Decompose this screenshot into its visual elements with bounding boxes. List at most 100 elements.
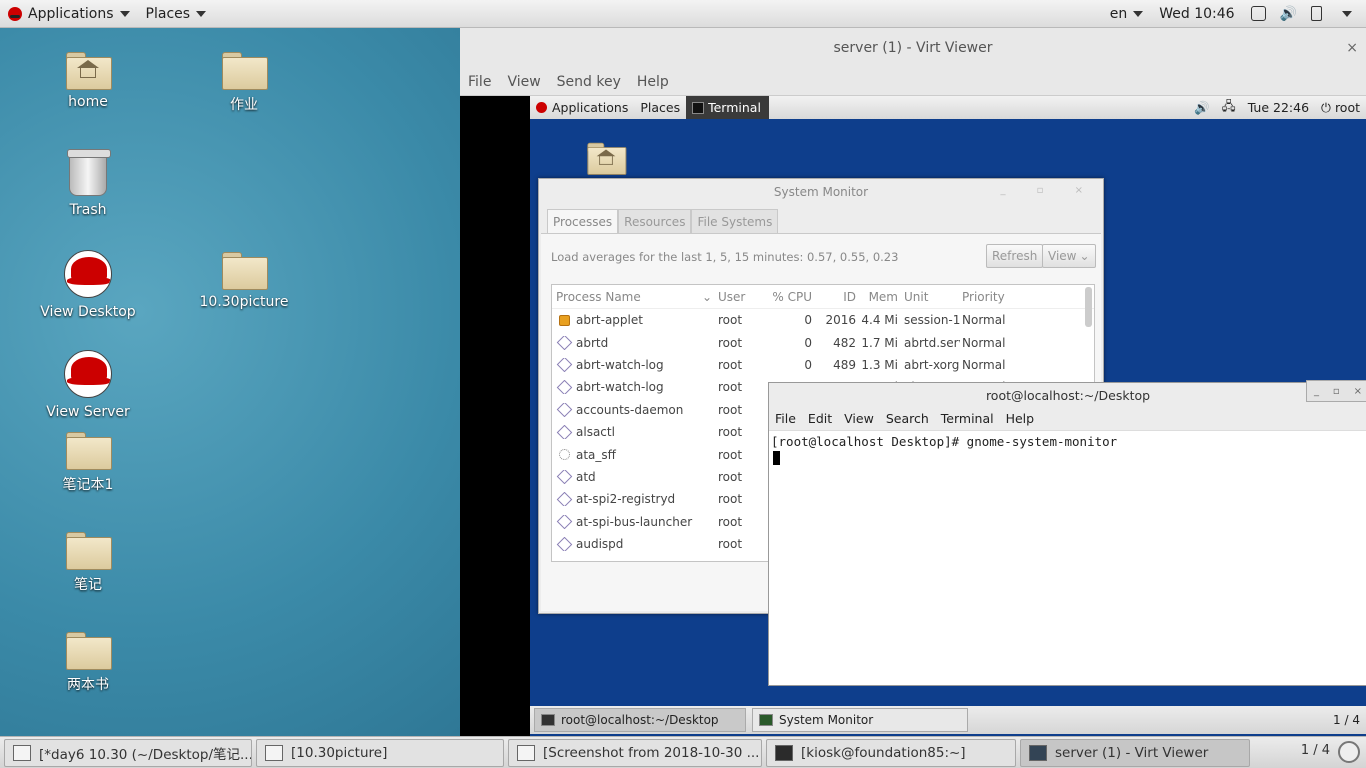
menu-search[interactable]: Search: [886, 411, 929, 426]
menu-help[interactable]: Help: [1006, 411, 1035, 426]
guest-home-icon[interactable]: [584, 140, 628, 182]
window-title: System Monitor: [773, 185, 869, 199]
desktop: home 作业 Trash View Desktop 10.30picture …: [0, 28, 460, 736]
process-name: abrt-applet: [576, 313, 643, 328]
cell-cpu: 0: [804, 357, 812, 372]
desktop-icon-label: Trash: [69, 202, 107, 218]
desktop-icon-biji[interactable]: 笔记: [28, 532, 148, 594]
guest-volume-icon[interactable]: 🔊: [1188, 100, 1216, 116]
column-mem[interactable]: Mem: [860, 290, 900, 304]
menu-help[interactable]: Help: [637, 74, 669, 90]
language-label: en: [1109, 5, 1128, 22]
tab-resources[interactable]: Resources: [618, 209, 692, 234]
task-label: root@localhost:~/Desktop: [561, 713, 719, 727]
desktop-icon-trash[interactable]: Trash: [28, 149, 148, 218]
task-virt-viewer[interactable]: server (1) - Virt Viewer: [1020, 738, 1250, 767]
process-icon: [556, 514, 573, 529]
virt-viewer-window: server (1) - Virt Viewer × File View Sen…: [460, 28, 1366, 736]
menu-edit[interactable]: Edit: [808, 411, 832, 426]
workspace-pager[interactable]: 1 / 4: [1301, 743, 1330, 758]
column-priority[interactable]: Priority: [960, 290, 1020, 304]
guest-terminal-launcher[interactable]: Terminal: [686, 96, 769, 119]
desktop-icon-view-server[interactable]: View Server: [28, 350, 148, 420]
cell-mem: 1.3 Mi: [861, 357, 898, 372]
guest-task-system-monitor[interactable]: System Monitor: [752, 708, 968, 732]
menu-view[interactable]: View: [507, 74, 540, 90]
view-button[interactable]: View ⌄: [1042, 244, 1096, 268]
tab-file-systems[interactable]: File Systems: [691, 209, 779, 234]
clock[interactable]: Wed 10:46: [1151, 0, 1242, 28]
terminal-window-controls[interactable]: _ ▫ ×: [1306, 380, 1366, 402]
cell-user: root: [718, 380, 743, 395]
guest-workspace-pager[interactable]: 1 / 4: [1333, 713, 1366, 727]
refresh-button[interactable]: Refresh: [986, 244, 1044, 268]
window-controls[interactable]: _ ▫ ×: [1000, 185, 1097, 196]
close-button[interactable]: ×: [1346, 40, 1358, 56]
desktop-icon-view-desktop[interactable]: View Desktop: [28, 250, 148, 320]
table-row[interactable]: abrtd root 0 482 1.7 Mi abrtd.serv Normal: [552, 331, 1094, 353]
process-icon: [556, 492, 573, 507]
folder-icon: [222, 252, 268, 290]
column-unit[interactable]: Unit: [900, 290, 960, 304]
scrollbar[interactable]: [1085, 287, 1092, 327]
desktop-icon-liangbenshu[interactable]: 两本书: [28, 632, 148, 694]
desktop-icon-label: 作业: [230, 97, 258, 113]
maximize-icon[interactable]: ▫: [1333, 386, 1340, 397]
volume-icon: 🔊: [1279, 5, 1297, 22]
menu-send-key[interactable]: Send key: [557, 74, 621, 90]
applications-menu[interactable]: Applications: [0, 0, 138, 28]
table-row[interactable]: abrt-watch-log root 0 489 1.3 Mi abrt-xorg Nor…: [552, 354, 1094, 376]
desktop-icon-home[interactable]: home: [28, 52, 148, 110]
desktop-icon-zuoye[interactable]: 作业: [184, 52, 304, 114]
process-icon: [556, 335, 573, 350]
menu-view[interactable]: View: [844, 411, 874, 426]
tab-processes[interactable]: Processes: [547, 209, 619, 234]
host-top-panel: Applications Places en Wed 10:46 🔊: [0, 0, 1366, 28]
desktop-icon-bijiben1[interactable]: 笔记本1: [28, 432, 148, 494]
window-titlebar[interactable]: server (1) - Virt Viewer ×: [460, 28, 1366, 68]
guest-user-menu[interactable]: ⏻ root: [1315, 100, 1366, 116]
task-file-manager[interactable]: [10.30picture]: [256, 738, 504, 767]
column-user[interactable]: User: [718, 290, 768, 304]
menu-terminal[interactable]: Terminal: [941, 411, 994, 426]
tabs: Processes Resources File Systems: [547, 209, 779, 234]
redhat-icon: [64, 350, 112, 398]
guest-display[interactable]: Applications Places Terminal 🔊 🖧 Tue 22:…: [530, 96, 1366, 736]
workspace-icon[interactable]: [1338, 741, 1360, 763]
task-terminal[interactable]: [kiosk@foundation85:~]: [766, 738, 1016, 767]
guest-clock[interactable]: Tue 22:46: [1242, 100, 1315, 115]
close-icon[interactable]: ×: [1354, 386, 1362, 397]
window-icon: [1250, 6, 1266, 21]
menu-file[interactable]: File: [468, 74, 491, 90]
task-label: [*day6 10.30 (~/Desktop/笔记...: [39, 746, 252, 763]
cell-process-name: audispd: [552, 537, 718, 552]
terminal-titlebar[interactable]: root@localhost:~/Desktop: [769, 383, 1366, 407]
column-id[interactable]: ID: [818, 290, 860, 304]
places-menu[interactable]: Places: [138, 0, 215, 28]
cell-process-name: ata_sff: [552, 448, 718, 462]
guest-task-terminal[interactable]: root@localhost:~/Desktop: [534, 708, 746, 732]
system-monitor-titlebar[interactable]: System Monitor _ ▫ ×: [539, 179, 1103, 205]
task-gedit[interactable]: [*day6 10.30 (~/Desktop/笔记...: [4, 738, 252, 767]
image-viewer-icon: [517, 744, 535, 761]
menu-file[interactable]: File: [775, 411, 796, 426]
minimize-icon[interactable]: _: [1314, 386, 1319, 397]
cell-mem: 1.7 Mi: [861, 335, 898, 350]
monitor-icon: [1029, 744, 1047, 761]
guest-network-icon[interactable]: 🖧: [1216, 97, 1242, 118]
desktop-icon-1030picture[interactable]: 10.30picture: [184, 252, 304, 310]
guest-places-menu[interactable]: Places: [634, 100, 686, 115]
process-name: ata_sff: [576, 447, 616, 462]
text-editor-icon: [13, 744, 31, 761]
cell-process-name: accounts-daemon: [552, 402, 718, 417]
language-menu[interactable]: en: [1102, 0, 1152, 28]
terminal-output[interactable]: [root@localhost Desktop]# gnome-system-m…: [769, 431, 1366, 471]
task-screenshot-viewer[interactable]: [Screenshot from 2018-10-30 ...: [508, 738, 762, 767]
task-label: [10.30picture]: [291, 744, 388, 761]
system-status-area[interactable]: 🔊: [1243, 0, 1366, 28]
process-name: at-spi-bus-launcher: [576, 514, 693, 529]
column-cpu[interactable]: % CPU: [768, 290, 818, 304]
table-row[interactable]: abrt-applet root 0 2016 4.4 Mi session-1 Norma…: [552, 309, 1094, 331]
guest-applications-menu[interactable]: Applications: [530, 100, 634, 115]
column-process-name[interactable]: Process Name ⌄: [552, 290, 718, 304]
